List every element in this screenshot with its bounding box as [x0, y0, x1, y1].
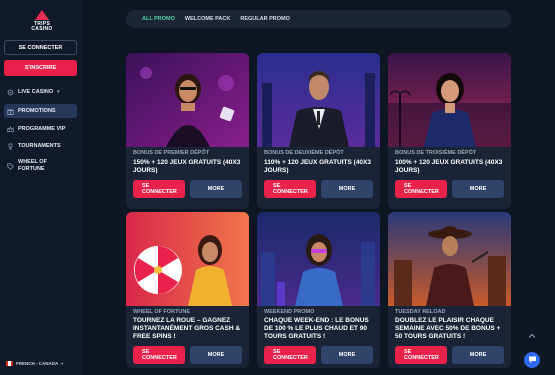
- sidebar-item-label: LIVE CASINO: [18, 89, 54, 95]
- logo-mark: [35, 10, 49, 20]
- chat-button[interactable]: [524, 352, 540, 368]
- sidebar-item-live-casino[interactable]: LIVE CASINO ▾: [4, 86, 77, 98]
- more-button[interactable]: MORE: [321, 346, 373, 364]
- more-button[interactable]: MORE: [321, 180, 373, 198]
- more-button[interactable]: MORE: [190, 346, 242, 364]
- promo-card: WEEKEND PROMO CHAQUE WEEK-END : LE BONUS…: [257, 212, 380, 368]
- login-button[interactable]: SE CONNECTER: [133, 180, 185, 198]
- tab-regular-promo[interactable]: REGULAR PROMO: [240, 16, 290, 22]
- login-button[interactable]: SE CONNECTER: [264, 180, 316, 198]
- promo-category: BONUS DE TROISIÈME DÉPÔT: [395, 150, 477, 156]
- more-button[interactable]: MORE: [452, 180, 504, 198]
- promo-image-third-deposit: [388, 53, 511, 147]
- canada-flag-icon: [6, 361, 13, 366]
- live-casino-icon: [7, 89, 14, 96]
- logo-text: TRIPS CASINO: [31, 21, 53, 32]
- sidebar-item-label: WHEEL OF FORTUNE: [18, 159, 47, 172]
- promo-card: BONUS DE PREMIER DÉPÔT 150% + 120 JEUX G…: [126, 53, 249, 209]
- login-button[interactable]: SE CONNECTER: [395, 180, 447, 198]
- language-label: FRENCH - CANADA: [16, 361, 59, 366]
- promo-title: 150% + 120 JEUX GRATUITS (40X3 JOURS): [133, 159, 241, 174]
- promo-title: CHAQUE WEEK-END : LE BONUS DE 100 % LE P…: [264, 317, 369, 340]
- sidebar-item-tournaments[interactable]: TOURNAMENTS: [4, 139, 77, 153]
- promo-card: TUESDAY RELOAD DOUBLEZ LE PLAISIR CHAQUE…: [388, 212, 511, 368]
- promo-category: WEEKEND PROMO: [264, 309, 315, 315]
- chevron-up-icon[interactable]: [528, 332, 536, 340]
- tab-all-promo[interactable]: ALL PROMO: [142, 16, 175, 22]
- promo-card: BONUS DE TROISIÈME DÉPÔT 100% + 120 JEUX…: [388, 53, 511, 209]
- login-button[interactable]: SE CONNECTER: [264, 346, 316, 364]
- chat-icon: [528, 355, 537, 366]
- promo-card: WHEEL OF FORTUNE TOURNEZ LA ROUE – GAGNE…: [126, 212, 249, 368]
- promo-title: 110% + 120 JEUX GRATUITS (40X3 JOURS): [264, 159, 371, 174]
- sidebar-item-label: PROGRAMME VIP: [18, 126, 66, 132]
- sidebar-item-vip[interactable]: PROGRAMME VIP: [4, 122, 77, 136]
- crown-icon: [7, 125, 14, 133]
- login-button[interactable]: SE CONNECTER: [4, 40, 77, 55]
- promo-image-tuesday-reload: [388, 212, 511, 306]
- promo-card: BONUS DE DEUXIÈME DÉPÔT 110% + 120 JEUX …: [257, 53, 380, 209]
- login-button[interactable]: SE CONNECTER: [133, 346, 185, 364]
- gift-icon: [7, 108, 14, 115]
- promo-category: BONUS DE DEUXIÈME DÉPÔT: [264, 150, 344, 156]
- sidebar-item-promotions[interactable]: PROMOTIONS: [4, 104, 77, 118]
- login-button[interactable]: SE CONNECTER: [395, 346, 447, 364]
- promo-image-first-deposit: [126, 53, 249, 147]
- tab-welcome-pack[interactable]: WELCOME PACK: [185, 16, 230, 22]
- trophy-icon: [7, 143, 14, 150]
- chevron-down-icon: ▾: [57, 89, 60, 95]
- sidebar-item-label: TOURNAMENTS: [18, 143, 61, 149]
- sidebar-item-label: PROMOTIONS: [18, 108, 56, 114]
- tag-icon: [7, 162, 14, 170]
- promo-category: WHEEL OF FORTUNE: [133, 309, 191, 315]
- promo-title: 100% + 120 JEUX GRATUITS (40X3 JOURS): [395, 159, 503, 174]
- signup-button[interactable]: S'INSCRIRE: [4, 60, 77, 76]
- sidebar: TRIPS CASINO SE CONNECTER S'INSCRIRE LIV…: [0, 0, 82, 375]
- promo-category: BONUS DE PREMIER DÉPÔT: [133, 150, 210, 156]
- promo-title: TOURNEZ LA ROUE – GAGNEZ INSTANTANÉMENT …: [133, 317, 241, 340]
- more-button[interactable]: MORE: [190, 180, 242, 198]
- logo[interactable]: TRIPS CASINO: [20, 10, 64, 34]
- chevron-down-icon: ▾: [61, 361, 64, 366]
- promo-category: TUESDAY RELOAD: [395, 309, 446, 315]
- promo-image-wheel-of-fortune: [126, 212, 249, 306]
- promo-title: DOUBLEZ LE PLAISIR CHAQUE SEMAINE AVEC 5…: [395, 317, 501, 340]
- promo-image-second-deposit: [257, 53, 380, 147]
- sidebar-item-wheel-of-fortune[interactable]: WHEEL OF FORTUNE: [4, 156, 77, 176]
- language-selector[interactable]: FRENCH - CANADA ▾: [6, 361, 63, 366]
- more-button[interactable]: MORE: [452, 346, 504, 364]
- promo-image-weekend: [257, 212, 380, 306]
- promo-tabs: ALL PROMO WELCOME PACK REGULAR PROMO: [126, 10, 511, 28]
